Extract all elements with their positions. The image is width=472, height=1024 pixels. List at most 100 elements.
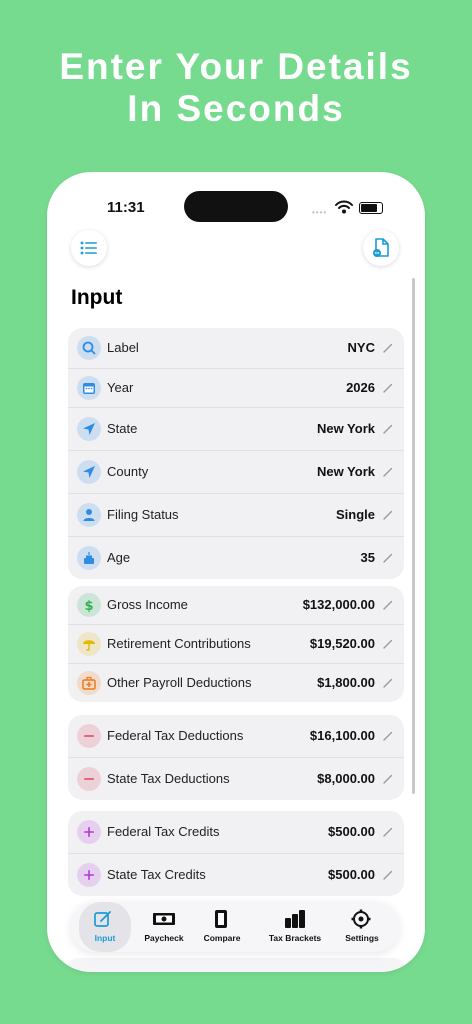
search-icon xyxy=(77,336,101,360)
battery-icon xyxy=(359,202,383,214)
tab-label: Settings xyxy=(345,933,379,943)
row-label: County xyxy=(107,464,149,479)
row-label: State xyxy=(107,421,138,436)
input-row-state[interactable]: State New York xyxy=(68,408,404,451)
tab-label: Tax Brackets xyxy=(268,933,322,943)
cellular-signal-icon: •••• xyxy=(312,208,328,217)
row-label: Retirement Contributions xyxy=(107,636,251,651)
edit-icon xyxy=(93,909,117,934)
row-value: $8,000.00 xyxy=(317,771,375,786)
row-value: $19,520.00 xyxy=(309,636,375,651)
row-value: $500.00 xyxy=(328,867,375,882)
pencil-icon[interactable] xyxy=(382,730,394,742)
row-value: 2026 xyxy=(346,380,375,395)
section-card-4: Federal Tax Credits $500.00 State Tax Cred… xyxy=(68,811,404,896)
pencil-icon[interactable] xyxy=(382,869,394,881)
input-row-other-payroll-deductions[interactable]: Other Payroll Deductions $1,800.00 xyxy=(68,664,404,702)
row-value: NYC xyxy=(347,340,375,355)
tab-settings[interactable]: Settings xyxy=(333,902,391,952)
list-item-partial xyxy=(68,958,404,972)
menu-button[interactable] xyxy=(71,230,107,266)
pencil-icon[interactable] xyxy=(382,599,394,611)
input-row-state-tax-deductions[interactable]: State Tax Deductions $8,000.00 xyxy=(68,758,404,800)
input-row-year[interactable]: Year 2026 xyxy=(68,369,404,408)
input-row-gross-income[interactable]: $ Gross Income $132,000.00 xyxy=(68,586,404,625)
medical-bag-icon xyxy=(77,671,101,695)
input-row-label[interactable]: Label NYC xyxy=(68,328,404,369)
input-row-federal-tax-credits[interactable]: Federal Tax Credits $500.00 xyxy=(68,811,404,854)
row-value: Single xyxy=(335,507,375,522)
location-arrow-icon xyxy=(77,417,101,441)
row-label: State Tax Deductions xyxy=(107,771,230,786)
tab-input[interactable]: Input xyxy=(79,902,131,952)
person-icon xyxy=(77,503,101,527)
location-arrow-icon xyxy=(77,460,101,484)
tab-label: Compare xyxy=(203,933,241,943)
tab-compare[interactable]: Compare xyxy=(195,902,249,952)
pencil-icon[interactable] xyxy=(382,382,394,394)
row-label: Federal Tax Credits xyxy=(107,824,220,839)
tab-label: Input xyxy=(94,933,116,943)
dollar-icon: $ xyxy=(77,593,101,617)
bar-chart-icon xyxy=(283,909,307,934)
pencil-icon[interactable] xyxy=(382,638,394,650)
pencil-icon[interactable] xyxy=(382,677,394,689)
cake-icon xyxy=(77,546,101,570)
section-card-1: Label NYC Year 2026 State New York County New Y… xyxy=(68,328,404,579)
calendar-icon xyxy=(77,376,101,400)
list-icon xyxy=(80,241,97,255)
headline-line-2: In Seconds xyxy=(127,88,345,129)
pencil-icon[interactable] xyxy=(382,552,394,564)
row-value: 35 xyxy=(360,550,375,565)
wifi-icon xyxy=(335,200,353,214)
tab-tax-brackets[interactable]: Tax Brackets xyxy=(261,902,329,952)
umbrella-icon xyxy=(77,632,101,656)
pencil-icon[interactable] xyxy=(382,342,394,354)
scrollbar[interactable] xyxy=(412,278,415,794)
row-label: Other Payroll Deductions xyxy=(107,675,252,690)
svg-text:$: $ xyxy=(84,599,93,613)
pencil-icon[interactable] xyxy=(382,423,394,435)
input-row-retirement-contributions[interactable]: Retirement Contributions $19,520.00 xyxy=(68,625,404,664)
row-label: Year xyxy=(107,380,134,395)
document-icon xyxy=(373,238,389,257)
pencil-icon[interactable] xyxy=(382,826,394,838)
input-row-federal-tax-deductions[interactable]: Federal Tax Deductions $16,100.00 xyxy=(68,715,404,758)
status-time: 11:31 xyxy=(107,199,145,216)
row-value: $16,100.00 xyxy=(309,728,375,743)
headline-line-1: Enter Your Details xyxy=(59,46,413,87)
status-bar: 11:31 •••• xyxy=(47,172,425,232)
input-row-county[interactable]: County New York xyxy=(68,451,404,494)
pencil-icon[interactable] xyxy=(382,466,394,478)
minus-icon xyxy=(77,724,101,748)
row-value: $132,000.00 xyxy=(302,597,375,612)
phone-screen: 11:31 •••• Input Label NYC Year 2026 State Ne… xyxy=(47,172,425,972)
page-title: Input xyxy=(71,286,123,309)
row-label: Age xyxy=(107,550,131,565)
row-label: Label xyxy=(107,340,139,355)
input-row-filing-status[interactable]: Filing Status Single xyxy=(68,494,404,537)
tab-label: Paycheck xyxy=(144,933,184,943)
plus-icon xyxy=(77,820,101,844)
headline: Enter Your Details In Seconds xyxy=(0,46,472,130)
input-row-state-tax-credits[interactable]: State Tax Credits $500.00 xyxy=(68,854,404,896)
section-card-3: Federal Tax Deductions $16,100.00 State Ta… xyxy=(68,715,404,800)
pencil-icon[interactable] xyxy=(382,773,394,785)
gear-icon xyxy=(350,909,374,934)
compare-icon xyxy=(210,909,234,934)
row-label: State Tax Credits xyxy=(107,867,206,882)
row-value: New York xyxy=(316,421,375,436)
document-button[interactable] xyxy=(363,230,399,266)
dynamic-island xyxy=(184,191,288,222)
tab-paycheck[interactable]: Paycheck xyxy=(139,902,189,952)
row-label: Federal Tax Deductions xyxy=(107,728,244,743)
plus-icon xyxy=(77,863,101,887)
minus-icon xyxy=(77,767,101,791)
row-label: Gross Income xyxy=(107,597,188,612)
banknote-icon xyxy=(152,909,176,934)
row-value: New York xyxy=(316,464,375,479)
tab-bar: Input Paycheck Compare Tax Brackets Settings xyxy=(71,902,399,952)
row-value: $1,800.00 xyxy=(317,675,375,690)
pencil-icon[interactable] xyxy=(382,509,394,521)
input-row-age[interactable]: Age 35 xyxy=(68,537,404,579)
